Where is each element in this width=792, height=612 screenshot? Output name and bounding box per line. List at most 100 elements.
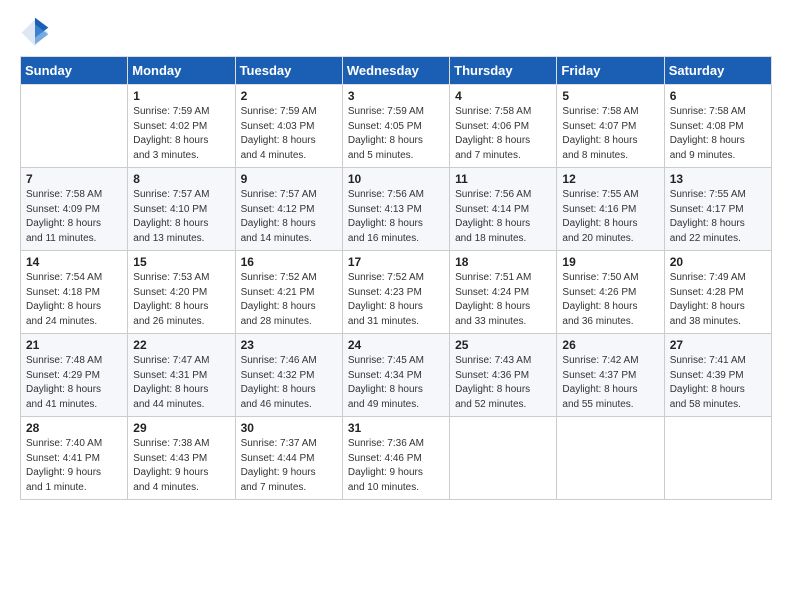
- day-detail: Sunrise: 7:56 AMSunset: 4:14 PMDaylight:…: [455, 188, 551, 246]
- day-detail: Sunrise: 7:58 AMSunset: 4:07 PMDaylight:…: [562, 105, 658, 163]
- day-detail: Sunrise: 7:59 AMSunset: 4:05 PMDaylight:…: [348, 105, 444, 163]
- day-number: 30: [241, 421, 337, 435]
- day-detail: Sunrise: 7:36 AMSunset: 4:46 PMDaylight:…: [348, 437, 444, 495]
- day-number: 28: [26, 421, 122, 435]
- day-detail: Sunrise: 7:51 AMSunset: 4:24 PMDaylight:…: [455, 271, 551, 329]
- calendar-cell: 29 Sunrise: 7:38 AMSunset: 4:43 PMDayligh…: [128, 417, 235, 500]
- day-detail: Sunrise: 7:40 AMSunset: 4:41 PMDaylight:…: [26, 437, 122, 495]
- calendar-cell: 21 Sunrise: 7:48 AMSunset: 4:29 PMDayligh…: [21, 334, 128, 417]
- day-number: 9: [241, 172, 337, 186]
- calendar-cell: [664, 417, 771, 500]
- day-detail: Sunrise: 7:45 AMSunset: 4:34 PMDaylight:…: [348, 354, 444, 412]
- calendar-cell: 18 Sunrise: 7:51 AMSunset: 4:24 PMDayligh…: [450, 251, 557, 334]
- day-number: 10: [348, 172, 444, 186]
- day-number: 8: [133, 172, 229, 186]
- day-detail: Sunrise: 7:56 AMSunset: 4:13 PMDaylight:…: [348, 188, 444, 246]
- calendar-cell: 1Sunrise: 7:59 AMSunset: 4:02 PMDaylight…: [128, 85, 235, 168]
- weekday-thursday: Thursday: [450, 57, 557, 85]
- day-number: 23: [241, 338, 337, 352]
- weekday-friday: Friday: [557, 57, 664, 85]
- calendar-cell: 16 Sunrise: 7:52 AMSunset: 4:21 PMDayligh…: [235, 251, 342, 334]
- header: [20, 16, 772, 46]
- day-number: 19: [562, 255, 658, 269]
- calendar-cell: [450, 417, 557, 500]
- day-detail: Sunrise: 7:59 AMSunset: 4:03 PMDaylight:…: [241, 105, 337, 163]
- day-number: 14: [26, 255, 122, 269]
- day-number: 17: [348, 255, 444, 269]
- weekday-sunday: Sunday: [21, 57, 128, 85]
- calendar-cell: 17 Sunrise: 7:52 AMSunset: 4:23 PMDayligh…: [342, 251, 449, 334]
- calendar-cell: 14 Sunrise: 7:54 AMSunset: 4:18 PMDayligh…: [21, 251, 128, 334]
- day-detail: Sunrise: 7:52 AMSunset: 4:21 PMDaylight:…: [241, 271, 337, 329]
- day-detail: Sunrise: 7:58 AMSunset: 4:08 PMDaylight:…: [670, 105, 766, 163]
- calendar-cell: 20 Sunrise: 7:49 AMSunset: 4:28 PMDayligh…: [664, 251, 771, 334]
- day-detail: Sunrise: 7:58 AMSunset: 4:06 PMDaylight:…: [455, 105, 551, 163]
- day-detail: Sunrise: 7:49 AMSunset: 4:28 PMDaylight:…: [670, 271, 766, 329]
- calendar-cell: 30Sunrise: 7:37 AMSunset: 4:44 PMDayligh…: [235, 417, 342, 500]
- day-detail: Sunrise: 7:47 AMSunset: 4:31 PMDaylight:…: [133, 354, 229, 412]
- calendar-cell: 27 Sunrise: 7:41 AMSunset: 4:39 PMDayligh…: [664, 334, 771, 417]
- day-number: 22: [133, 338, 229, 352]
- day-number: 27: [670, 338, 766, 352]
- day-number: 11: [455, 172, 551, 186]
- calendar-cell: [557, 417, 664, 500]
- calendar-cell: 31 Sunrise: 7:36 AMSunset: 4:46 PMDayligh…: [342, 417, 449, 500]
- calendar-cell: 9Sunrise: 7:57 AMSunset: 4:12 PMDaylight…: [235, 168, 342, 251]
- calendar-cell: 22 Sunrise: 7:47 AMSunset: 4:31 PMDayligh…: [128, 334, 235, 417]
- calendar-cell: 3 Sunrise: 7:59 AMSunset: 4:05 PMDaylight…: [342, 85, 449, 168]
- calendar-cell: 12 Sunrise: 7:55 AMSunset: 4:16 PMDayligh…: [557, 168, 664, 251]
- day-number: 24: [348, 338, 444, 352]
- calendar-cell: 4Sunrise: 7:58 AMSunset: 4:06 PMDaylight…: [450, 85, 557, 168]
- day-detail: Sunrise: 7:50 AMSunset: 4:26 PMDaylight:…: [562, 271, 658, 329]
- calendar-cell: 25 Sunrise: 7:43 AMSunset: 4:36 PMDayligh…: [450, 334, 557, 417]
- day-number: 21: [26, 338, 122, 352]
- logo: [20, 16, 54, 46]
- calendar-cell: 10 Sunrise: 7:56 AMSunset: 4:13 PMDayligh…: [342, 168, 449, 251]
- calendar-cell: 7Sunrise: 7:58 AMSunset: 4:09 PMDaylight…: [21, 168, 128, 251]
- calendar-cell: 24 Sunrise: 7:45 AMSunset: 4:34 PMDayligh…: [342, 334, 449, 417]
- day-number: 2: [241, 89, 337, 103]
- day-detail: Sunrise: 7:54 AMSunset: 4:18 PMDaylight:…: [26, 271, 122, 329]
- day-number: 3: [348, 89, 444, 103]
- calendar-cell: [21, 85, 128, 168]
- day-number: 29: [133, 421, 229, 435]
- day-detail: Sunrise: 7:43 AMSunset: 4:36 PMDaylight:…: [455, 354, 551, 412]
- calendar-table: SundayMondayTuesdayWednesdayThursdayFrid…: [20, 56, 772, 500]
- calendar-cell: 2 Sunrise: 7:59 AMSunset: 4:03 PMDaylight…: [235, 85, 342, 168]
- calendar-cell: 8 Sunrise: 7:57 AMSunset: 4:10 PMDaylight…: [128, 168, 235, 251]
- week-row-3: 14 Sunrise: 7:54 AMSunset: 4:18 PMDayligh…: [21, 251, 772, 334]
- day-detail: Sunrise: 7:48 AMSunset: 4:29 PMDaylight:…: [26, 354, 122, 412]
- calendar-cell: 15 Sunrise: 7:53 AMSunset: 4:20 PMDayligh…: [128, 251, 235, 334]
- day-number: 15: [133, 255, 229, 269]
- day-number: 12: [562, 172, 658, 186]
- weekday-wednesday: Wednesday: [342, 57, 449, 85]
- page: SundayMondayTuesdayWednesdayThursdayFrid…: [0, 0, 792, 612]
- week-row-2: 7Sunrise: 7:58 AMSunset: 4:09 PMDaylight…: [21, 168, 772, 251]
- logo-icon: [20, 16, 50, 46]
- weekday-saturday: Saturday: [664, 57, 771, 85]
- day-number: 5: [562, 89, 658, 103]
- day-number: 25: [455, 338, 551, 352]
- day-detail: Sunrise: 7:41 AMSunset: 4:39 PMDaylight:…: [670, 354, 766, 412]
- day-detail: Sunrise: 7:42 AMSunset: 4:37 PMDaylight:…: [562, 354, 658, 412]
- weekday-tuesday: Tuesday: [235, 57, 342, 85]
- weekday-header-row: SundayMondayTuesdayWednesdayThursdayFrid…: [21, 57, 772, 85]
- day-number: 26: [562, 338, 658, 352]
- day-number: 7: [26, 172, 122, 186]
- day-detail: Sunrise: 7:52 AMSunset: 4:23 PMDaylight:…: [348, 271, 444, 329]
- calendar-cell: 23Sunrise: 7:46 AMSunset: 4:32 PMDayligh…: [235, 334, 342, 417]
- day-number: 18: [455, 255, 551, 269]
- calendar-cell: 19 Sunrise: 7:50 AMSunset: 4:26 PMDayligh…: [557, 251, 664, 334]
- calendar-cell: 5 Sunrise: 7:58 AMSunset: 4:07 PMDaylight…: [557, 85, 664, 168]
- week-row-4: 21 Sunrise: 7:48 AMSunset: 4:29 PMDayligh…: [21, 334, 772, 417]
- day-number: 31: [348, 421, 444, 435]
- week-row-5: 28 Sunrise: 7:40 AMSunset: 4:41 PMDayligh…: [21, 417, 772, 500]
- day-number: 20: [670, 255, 766, 269]
- day-number: 16: [241, 255, 337, 269]
- week-row-1: 1Sunrise: 7:59 AMSunset: 4:02 PMDaylight…: [21, 85, 772, 168]
- day-detail: Sunrise: 7:53 AMSunset: 4:20 PMDaylight:…: [133, 271, 229, 329]
- day-detail: Sunrise: 7:38 AMSunset: 4:43 PMDaylight:…: [133, 437, 229, 495]
- day-detail: Sunrise: 7:57 AMSunset: 4:10 PMDaylight:…: [133, 188, 229, 246]
- calendar-cell: 13Sunrise: 7:55 AMSunset: 4:17 PMDayligh…: [664, 168, 771, 251]
- day-detail: Sunrise: 7:55 AMSunset: 4:16 PMDaylight:…: [562, 188, 658, 246]
